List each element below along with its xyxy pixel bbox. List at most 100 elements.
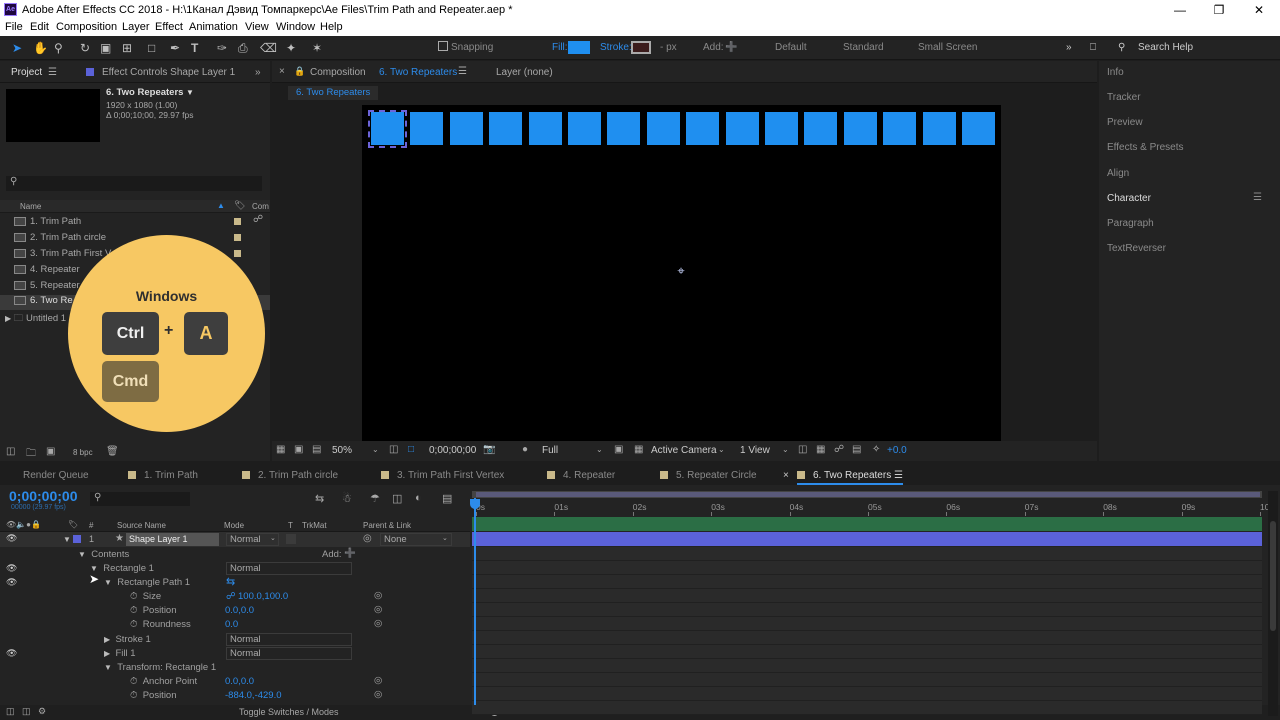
close-tab-icon[interactable]: × xyxy=(783,470,789,481)
rectangle-group[interactable]: ▼ Rectangle 1 xyxy=(90,563,154,574)
layer-label-swatch[interactable] xyxy=(73,535,81,543)
fast-previews-icon[interactable]: ▣ xyxy=(614,444,623,455)
snapshot-icon[interactable]: 📷 xyxy=(483,444,495,455)
expand-triangle-icon[interactable]: ▼ xyxy=(104,663,112,672)
panel-overflow-icon[interactable]: » xyxy=(255,67,261,78)
column-source-name[interactable]: Source Name xyxy=(117,521,166,530)
rectangle-blend-mode-dropdown[interactable]: Normal xyxy=(226,562,352,575)
label-column-icon[interactable]: 🏷 xyxy=(68,520,78,529)
resolution-dropdown[interactable]: Full xyxy=(542,445,558,456)
puppet-tool-icon[interactable]: ✶ xyxy=(312,41,322,55)
expand-triangle-icon[interactable]: ▼ xyxy=(78,550,86,559)
expand-triangle-icon[interactable]: ▼ xyxy=(63,535,71,544)
column-trkmat[interactable]: TrkMat xyxy=(302,521,327,530)
column-parent-link[interactable]: Parent & Link xyxy=(363,521,411,530)
menu-animation[interactable]: Animation xyxy=(189,21,238,33)
stopwatch-icon[interactable]: ⏱ xyxy=(130,690,137,701)
camera-dropdown[interactable]: Active Camera xyxy=(651,445,717,456)
safe-zones-icon[interactable]: ▤ xyxy=(312,444,321,455)
column-name[interactable]: Name xyxy=(20,202,41,211)
expand-triangle-icon[interactable]: ▶ xyxy=(104,635,110,644)
expression-pick-whip-icon[interactable]: ◎ xyxy=(374,590,382,601)
panel-character[interactable]: Character xyxy=(1107,193,1151,204)
stopwatch-icon[interactable]: ⏱ xyxy=(130,605,137,616)
project-item[interactable]: 2. Trim Path circle xyxy=(14,232,106,247)
project-item[interactable]: 4. Repeater xyxy=(14,264,80,279)
eye-icon[interactable]: 👁 xyxy=(6,563,17,574)
menu-layer[interactable]: Layer xyxy=(122,21,150,33)
preserve-transparency-checkbox[interactable] xyxy=(286,534,296,544)
panel-paragraph[interactable]: Paragraph xyxy=(1107,218,1154,229)
project-item[interactable]: 1. Trim Path xyxy=(14,216,81,231)
roto-brush-tool-icon[interactable]: ✦ xyxy=(286,41,296,55)
type-tool-icon[interactable]: T xyxy=(191,41,198,55)
clone-tool-icon[interactable]: ⎙ xyxy=(238,41,248,55)
work-area-range[interactable] xyxy=(476,492,1260,497)
rectangle-tool-icon[interactable]: □ xyxy=(148,41,155,55)
project-panel-menu-icon[interactable]: ☰ xyxy=(48,67,57,78)
stroke-width-value[interactable]: - px xyxy=(660,42,677,53)
expression-pick-whip-icon[interactable]: ◎ xyxy=(374,675,382,686)
tab-trim-path-first-vertex[interactable]: 3. Trim Path First Vertex xyxy=(381,470,504,481)
add-plus-icon[interactable]: ➕ xyxy=(725,42,737,53)
expand-in-out-icon[interactable]: ⚙ xyxy=(38,706,46,717)
project-folder[interactable]: ▶ 🗀 Untitled 1 xyxy=(5,311,66,326)
anchor-point-icon[interactable]: ⌖ xyxy=(674,264,688,278)
expand-triangle-icon[interactable]: ▶ xyxy=(104,649,110,658)
interpret-footage-icon[interactable]: ◫ xyxy=(6,446,15,457)
shy-layers-icon[interactable]: ☂ xyxy=(370,492,380,505)
panel-align[interactable]: Align xyxy=(1107,168,1129,179)
brush-tool-icon[interactable]: ✑ xyxy=(217,41,227,55)
workspace-standard[interactable]: Standard xyxy=(843,42,884,53)
menu-edit[interactable]: Edit xyxy=(30,21,49,33)
toggle-transparency-grid-icon[interactable]: ◫ xyxy=(389,444,398,455)
sync-settings-icon[interactable]: ⎕ xyxy=(1090,42,1096,53)
label-column-icon[interactable]: 🏷 xyxy=(234,200,245,211)
timeline-icon[interactable]: ▤ xyxy=(852,444,861,455)
current-time-indicator[interactable] xyxy=(474,498,476,705)
layer-row[interactable]: 👁 ▼ 1 ★ Shape Layer 1 Normal ⌄ ◎ None ⌄ xyxy=(0,532,470,547)
transform-group[interactable]: ▼ Transform: Rectangle 1 xyxy=(104,662,216,673)
label-swatch[interactable] xyxy=(234,218,241,225)
menu-file[interactable]: File xyxy=(5,21,23,33)
eye-icon[interactable]: 👁 xyxy=(6,648,17,659)
bit-depth-label[interactable]: 8 bpc xyxy=(73,448,93,457)
expand-switches-icon[interactable]: ◫ xyxy=(6,706,15,717)
fast-preview-icon[interactable]: ▦ xyxy=(816,444,825,455)
project-search-input[interactable]: ⚲ xyxy=(6,176,262,191)
tab-trim-path-circle[interactable]: 2. Trim Path circle xyxy=(242,470,338,481)
motion-blur-icon[interactable]: ◐ xyxy=(415,492,422,504)
reset-exposure-icon[interactable]: ✧ xyxy=(872,444,880,455)
column-t[interactable]: T xyxy=(288,521,293,530)
label-swatch[interactable] xyxy=(234,234,241,241)
comp-dropdown-icon[interactable]: ▼ xyxy=(186,88,194,97)
3d-view-icon[interactable]: ▦ xyxy=(634,444,643,455)
minimize-button[interactable]: — xyxy=(1165,2,1195,18)
size-link-icon[interactable]: ☍ xyxy=(226,591,236,602)
size-value[interactable]: 100.0,100.0 xyxy=(238,591,288,602)
color-channels-icon[interactable]: ● xyxy=(522,444,528,455)
timeline-panel-menu-icon[interactable]: ☰ xyxy=(894,470,903,481)
rotate-tool-icon[interactable]: ↻ xyxy=(80,41,90,55)
menu-help[interactable]: Help xyxy=(320,21,343,33)
time-indicator-head[interactable] xyxy=(470,499,480,509)
layer-name[interactable]: Shape Layer 1 xyxy=(126,533,219,546)
lock-icon[interactable]: 🔒 xyxy=(294,66,305,77)
snapping-checkbox[interactable] xyxy=(438,41,448,51)
av-features-icon[interactable]: 👁🔈●🔒 xyxy=(6,520,41,529)
tab-project[interactable]: Project xyxy=(11,67,42,78)
workspace-overflow-icon[interactable]: » xyxy=(1066,42,1072,53)
panel-effects-presets[interactable]: Effects & Presets xyxy=(1107,142,1184,153)
panel-preview[interactable]: Preview xyxy=(1107,117,1143,128)
views-dropdown[interactable]: 1 View xyxy=(740,445,770,456)
delete-icon[interactable]: 🗑 xyxy=(106,446,119,457)
expand-modes-icon[interactable]: ◫ xyxy=(22,706,31,717)
comp-breadcrumb[interactable]: 6. Two Repeaters xyxy=(288,86,379,100)
stopwatch-icon[interactable]: ⏱ xyxy=(130,591,137,602)
expand-triangle-icon[interactable]: ▼ xyxy=(104,578,112,587)
tab-render-queue[interactable]: Render Queue xyxy=(23,470,89,481)
close-button[interactable]: ✕ xyxy=(1244,2,1274,18)
panel-textreverser[interactable]: TextReverser xyxy=(1107,243,1166,254)
work-area-bar[interactable] xyxy=(472,491,1262,498)
tab-repeater[interactable]: 4. Repeater xyxy=(547,470,615,481)
